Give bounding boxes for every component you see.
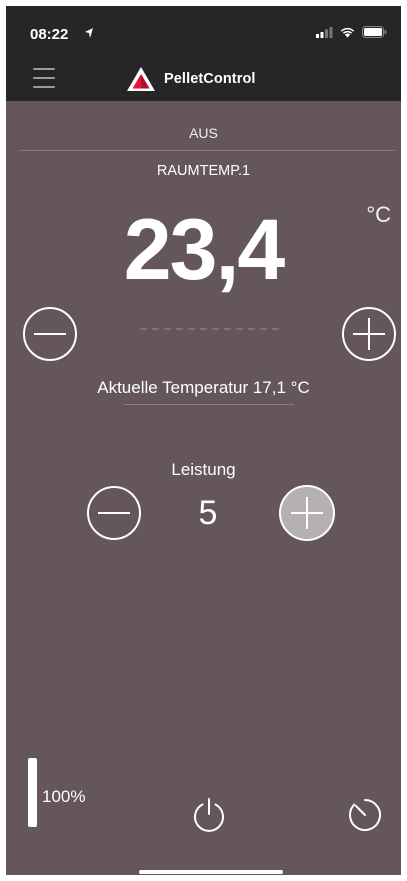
increase-temperature-button[interactable] — [341, 306, 397, 362]
divider — [19, 150, 395, 151]
decrease-temperature-button[interactable] — [22, 306, 78, 362]
timer-icon[interactable] — [346, 796, 384, 834]
app-logo: PelletControl — [126, 66, 256, 92]
power-icon[interactable] — [190, 796, 228, 834]
operating-mode: AUS — [189, 125, 218, 141]
status-time: 08:22 — [30, 26, 69, 43]
decrease-power-button[interactable] — [86, 485, 142, 541]
location-arrow-icon — [85, 28, 93, 38]
fuel-level-label: 100% — [42, 787, 86, 806]
increase-power-button[interactable] — [279, 485, 335, 541]
menu-icon[interactable] — [33, 68, 55, 90]
dashed-separator — [140, 328, 280, 330]
power-label: Leistung — [171, 460, 236, 479]
logo-icon — [127, 67, 155, 91]
current-temperature: Aktuelle Temperatur 17,1 °C — [97, 378, 310, 397]
home-indicator[interactable] — [139, 870, 283, 874]
status-icons — [316, 26, 387, 38]
power-value: 5 — [198, 494, 218, 532]
setpoint-temperature: 23,4 — [123, 202, 285, 298]
fuel-level-bar — [28, 758, 37, 827]
app-screen: 08:22 PelletControl AUS RAUMTEMP.1 °C 23… — [6, 6, 401, 875]
wifi-icon — [340, 27, 355, 37]
battery-icon — [362, 26, 387, 38]
divider — [124, 404, 294, 405]
top-bar: 08:22 PelletControl — [6, 6, 401, 101]
app-name: PelletControl — [164, 71, 256, 87]
signal-icon — [316, 26, 333, 38]
sensor-label[interactable]: RAUMTEMP.1 — [6, 163, 401, 179]
